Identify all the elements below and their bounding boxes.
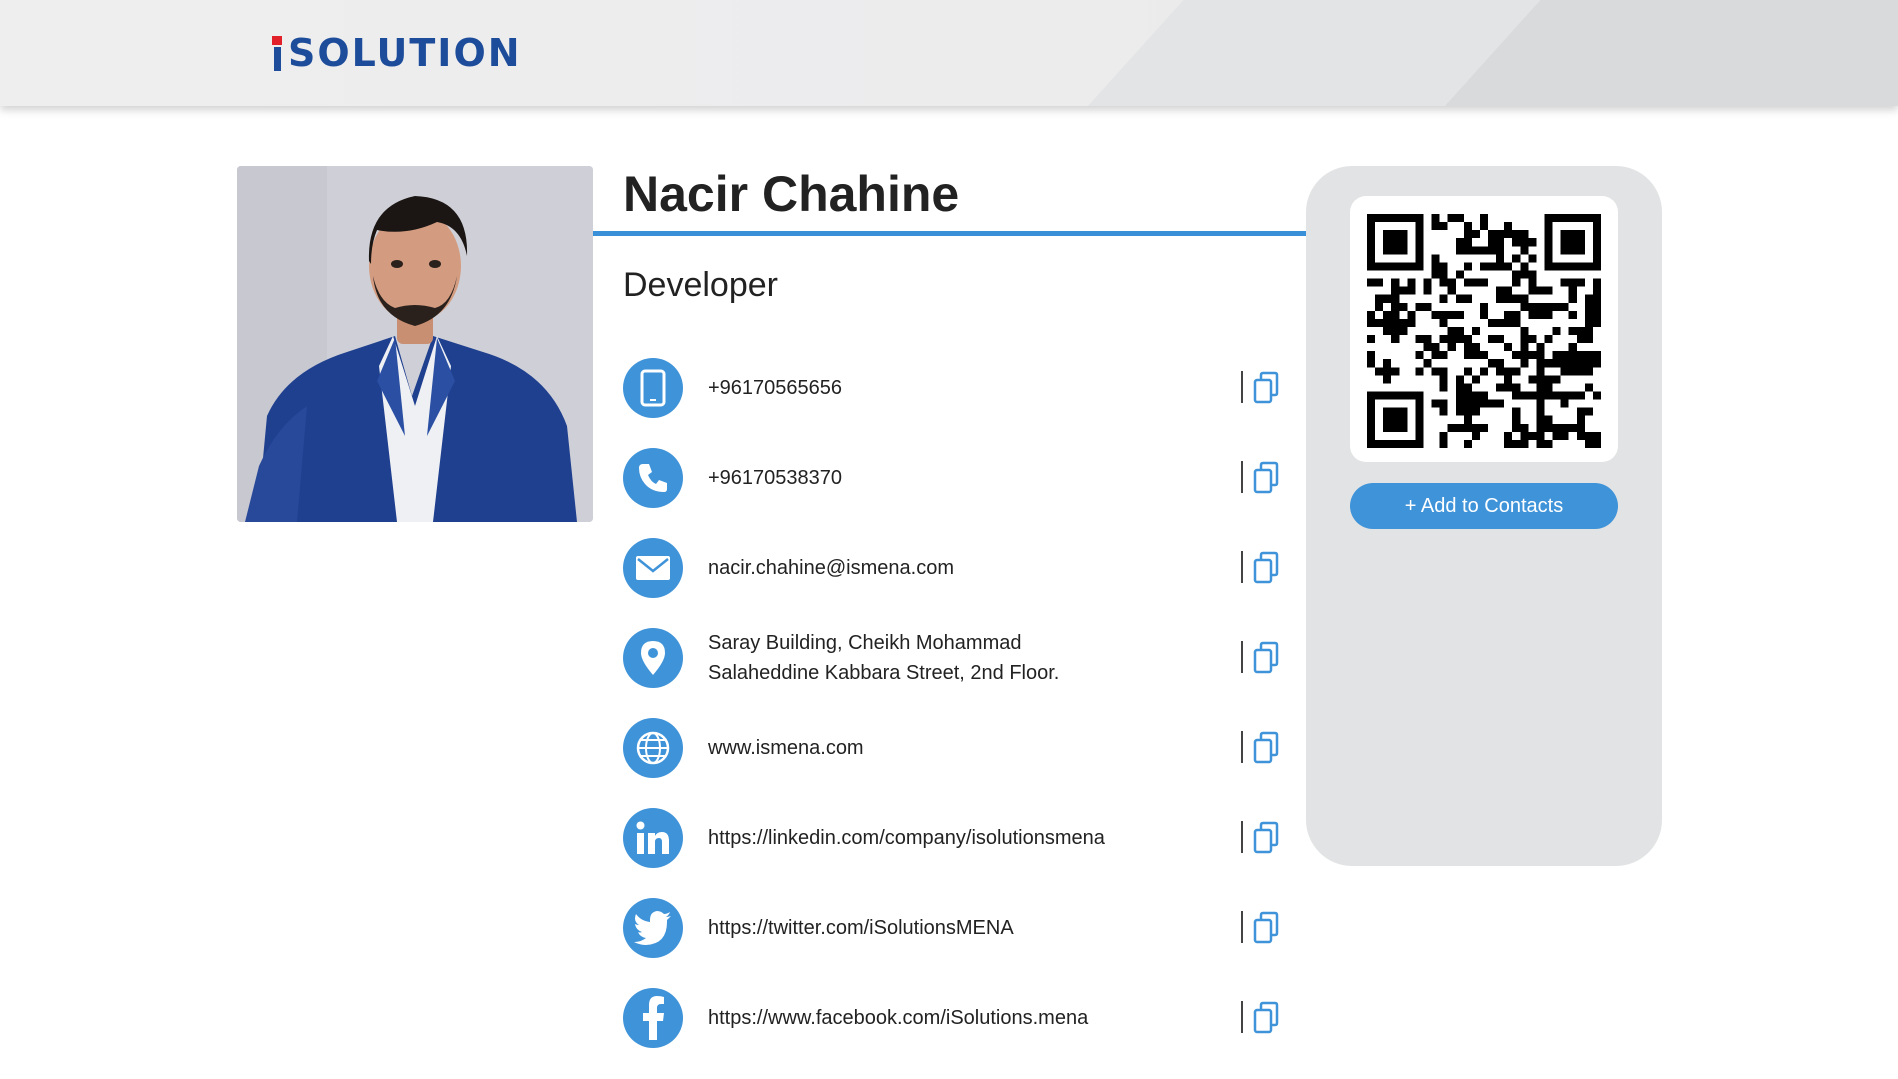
separator (1241, 551, 1243, 583)
linkedin-icon (623, 808, 683, 868)
contact-address[interactable]: Saray Building, Cheikh Mohammad Salahedd… (708, 627, 1059, 689)
contact-row-linkedin: https://linkedin.com/company/isolutionsm… (623, 807, 1281, 869)
contact-value[interactable]: +96170538370 (708, 447, 842, 509)
copy-icon[interactable] (1253, 911, 1279, 945)
facebook-icon (623, 988, 683, 1048)
copy-icon[interactable] (1253, 371, 1279, 405)
contact-row-mobile: +96170565656 (623, 357, 1281, 419)
profile-name: Nacir Chahine (623, 166, 960, 222)
mobile-phone-icon (623, 358, 683, 418)
copy-icon[interactable] (1253, 1001, 1279, 1035)
qr-card (1350, 196, 1618, 462)
email-icon (623, 538, 683, 598)
logo-text: SOLUTION (288, 31, 522, 75)
separator (1241, 1001, 1243, 1033)
contact-row-website: www.ismena.com (623, 717, 1281, 779)
contact-row-twitter: https://twitter.com/iSolutionsMENA (623, 897, 1281, 959)
twitter-icon (623, 898, 683, 958)
profile-photo (237, 166, 593, 522)
add-to-contacts-button[interactable]: + Add to Contacts (1350, 483, 1618, 529)
separator (1241, 371, 1243, 403)
contact-value[interactable]: https://twitter.com/iSolutionsMENA (708, 897, 1014, 959)
qr-code (1367, 214, 1601, 448)
contact-row-phone: +96170538370 (623, 447, 1281, 509)
separator (1241, 641, 1243, 673)
contact-row-address: Saray Building, Cheikh Mohammad Salahedd… (623, 627, 1281, 689)
copy-icon[interactable] (1253, 461, 1279, 495)
contact-row-email: nacir.chahine@ismena.com (623, 537, 1281, 599)
separator (1241, 911, 1243, 943)
separator (1241, 731, 1243, 763)
logo-i-mark (272, 36, 282, 71)
contact-value[interactable]: https://www.facebook.com/iSolutions.mena (708, 987, 1088, 1049)
address-line-1: Saray Building, Cheikh Mohammad (708, 632, 1022, 654)
contact-value[interactable]: nacir.chahine@ismena.com (708, 537, 954, 599)
profile-role: Developer (623, 266, 778, 304)
separator (1241, 461, 1243, 493)
copy-icon[interactable] (1253, 731, 1279, 765)
contact-value[interactable]: www.ismena.com (708, 717, 864, 779)
contact-value[interactable]: +96170565656 (708, 357, 842, 419)
top-header: SOLUTION (0, 0, 1898, 106)
location-pin-icon (623, 628, 683, 688)
separator (1241, 821, 1243, 853)
globe-icon (623, 718, 683, 778)
copy-icon[interactable] (1253, 821, 1279, 855)
contact-value[interactable]: https://linkedin.com/company/isolutionsm… (708, 807, 1105, 869)
address-line-2: Salaheddine Kabbara Street, 2nd Floor. (708, 662, 1060, 684)
copy-icon[interactable] (1253, 641, 1279, 675)
contact-row-facebook: https://www.facebook.com/iSolutions.mena (623, 987, 1281, 1049)
phone-icon (623, 448, 683, 508)
isolution-logo[interactable]: SOLUTION (272, 30, 522, 76)
copy-icon[interactable] (1253, 551, 1279, 585)
